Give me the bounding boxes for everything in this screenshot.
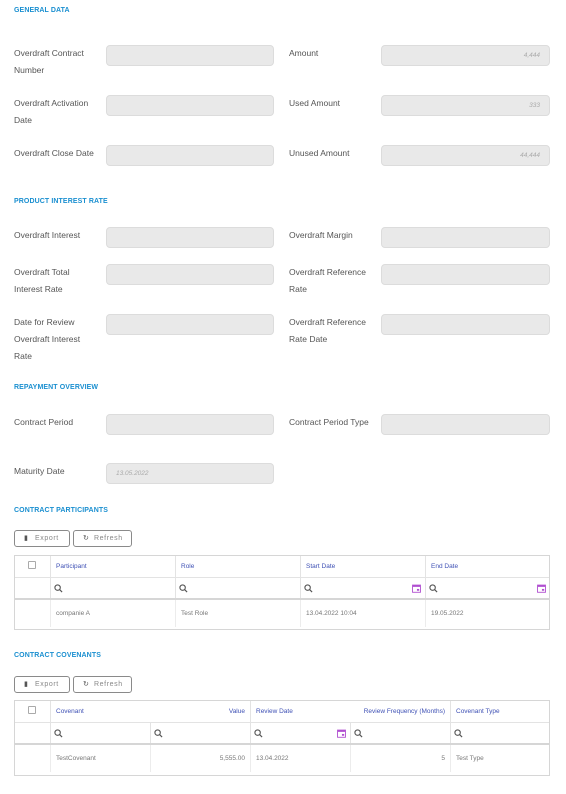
overdraft-contract-number-label: Overdraft Contract Number: [14, 48, 84, 75]
overdraft-reference-rate-date-label: Overdraft Reference Rate Date: [289, 317, 367, 344]
refresh-label: Refresh: [94, 681, 123, 688]
select-all-checkbox[interactable]: [28, 561, 36, 569]
unused-amount-field[interactable]: 44,444: [381, 145, 550, 166]
column-header-role[interactable]: Role: [176, 556, 300, 577]
covenants-export-button[interactable]: ▮ Export: [14, 676, 70, 693]
file-icon: ▮: [24, 681, 29, 688]
overdraft-activation-date-label: Overdraft Activation Date: [14, 98, 89, 125]
section-title-general: GENERAL DATA: [14, 7, 70, 14]
review-date-cell: 13.04.2022: [256, 755, 289, 762]
section-title-interest: PRODUCT INTEREST RATE: [14, 198, 108, 205]
covenant-type-cell: Test Type: [456, 755, 484, 762]
participants-grid: Participant Role Start Date End Date com…: [14, 555, 550, 630]
search-icon[interactable]: [304, 584, 313, 593]
end-date-cell: 19.05.2022: [431, 610, 464, 617]
calendar-icon[interactable]: [412, 584, 421, 593]
review-frequency-cell: 5: [441, 755, 445, 762]
search-icon[interactable]: [154, 729, 163, 738]
section-title-repayment: REPAYMENT OVERVIEW: [14, 384, 99, 391]
role-cell: Test Role: [181, 610, 209, 617]
covenant-cell: TestCovenant: [56, 755, 96, 762]
contract-period-field[interactable]: [106, 414, 274, 435]
search-icon[interactable]: [454, 729, 463, 738]
overdraft-margin-label: Overdraft Margin: [289, 230, 353, 240]
overdraft-reference-rate-date-field[interactable]: [381, 314, 550, 335]
search-icon[interactable]: [354, 729, 363, 738]
participants-refresh-button[interactable]: ↻ Refresh: [73, 530, 132, 547]
file-icon: ▮: [24, 535, 29, 542]
section-title-participants: CONTRACT PARTICIPANTS: [14, 507, 109, 514]
overdraft-interest-label: Overdraft Interest: [14, 230, 81, 240]
search-icon[interactable]: [254, 729, 263, 738]
covenants-grid: Covenant Value Review Date Review Freque…: [14, 700, 550, 776]
overdraft-total-interest-rate-field[interactable]: [106, 264, 274, 285]
column-header-review-frequency[interactable]: Review Frequency (Months): [350, 701, 450, 722]
grid-filter-row: [15, 723, 549, 745]
overdraft-margin-field[interactable]: [381, 227, 550, 248]
amount-field[interactable]: 4,444: [381, 45, 550, 66]
column-header-start-date[interactable]: Start Date: [301, 556, 425, 577]
export-label: Export: [35, 535, 59, 542]
start-date-cell: 13.04.2022 10:04: [306, 610, 357, 617]
column-header-end-date[interactable]: End Date: [426, 556, 550, 577]
export-label: Export: [35, 681, 59, 688]
table-row[interactable]: TestCovenant 5,555.00 13.04.2022 5 Test …: [15, 745, 549, 772]
maturity-date-label: Maturity Date: [14, 466, 65, 476]
refresh-label: Refresh: [94, 535, 123, 542]
refresh-icon: ↻: [83, 535, 90, 542]
overdraft-close-date-label: Overdraft Close Date: [14, 148, 94, 158]
grid-header-row: Covenant Value Review Date Review Freque…: [15, 701, 549, 723]
overdraft-reference-rate-label: Overdraft Reference Rate: [289, 267, 367, 294]
grid-header-row: Participant Role Start Date End Date: [15, 556, 549, 578]
contract-period-type-label: Contract Period Type: [289, 417, 369, 427]
amount-label: Amount: [289, 48, 319, 58]
overdraft-activation-date-field[interactable]: [106, 95, 274, 116]
overdraft-interest-field[interactable]: [106, 227, 274, 248]
table-row[interactable]: companie A Test Role 13.04.2022 10:04 19…: [15, 600, 549, 627]
column-header-participant[interactable]: Participant: [51, 556, 175, 577]
search-icon[interactable]: [54, 729, 63, 738]
maturity-date-field[interactable]: 13.05.2022: [106, 463, 274, 484]
column-header-covenant-type[interactable]: Covenant Type: [451, 701, 550, 722]
covenants-refresh-button[interactable]: ↻ Refresh: [73, 676, 132, 693]
overdraft-contract-number-field[interactable]: [106, 45, 274, 66]
review-interest-rate-date-field[interactable]: [106, 314, 274, 335]
contract-period-type-field[interactable]: [381, 414, 550, 435]
search-icon[interactable]: [179, 584, 188, 593]
overdraft-reference-rate-field[interactable]: [381, 264, 550, 285]
used-amount-label: Used Amount: [289, 98, 341, 108]
select-all-checkbox[interactable]: [28, 706, 36, 714]
search-icon[interactable]: [429, 584, 438, 593]
column-header-review-date[interactable]: Review Date: [251, 701, 350, 722]
value-cell: 5,555.00: [219, 755, 245, 762]
participant-cell: companie A: [56, 610, 90, 617]
overdraft-close-date-field[interactable]: [106, 145, 274, 166]
refresh-icon: ↻: [83, 681, 90, 688]
participants-export-button[interactable]: ▮ Export: [14, 530, 70, 547]
contract-period-label: Contract Period: [14, 417, 74, 427]
section-title-covenants: CONTRACT COVENANTS: [14, 652, 101, 659]
search-icon[interactable]: [54, 584, 63, 593]
column-header-value[interactable]: Value: [150, 701, 250, 722]
column-header-covenant[interactable]: Covenant: [51, 701, 150, 722]
calendar-icon[interactable]: [337, 729, 346, 738]
review-interest-rate-date-label: Date for Review Overdraft Interest Rate: [14, 317, 81, 361]
overdraft-total-interest-rate-label: Overdraft Total Interest Rate: [14, 267, 70, 294]
unused-amount-label: Unused Amount: [289, 148, 350, 158]
calendar-icon[interactable]: [537, 584, 546, 593]
grid-filter-row: [15, 578, 549, 600]
used-amount-field[interactable]: 333: [381, 95, 550, 116]
